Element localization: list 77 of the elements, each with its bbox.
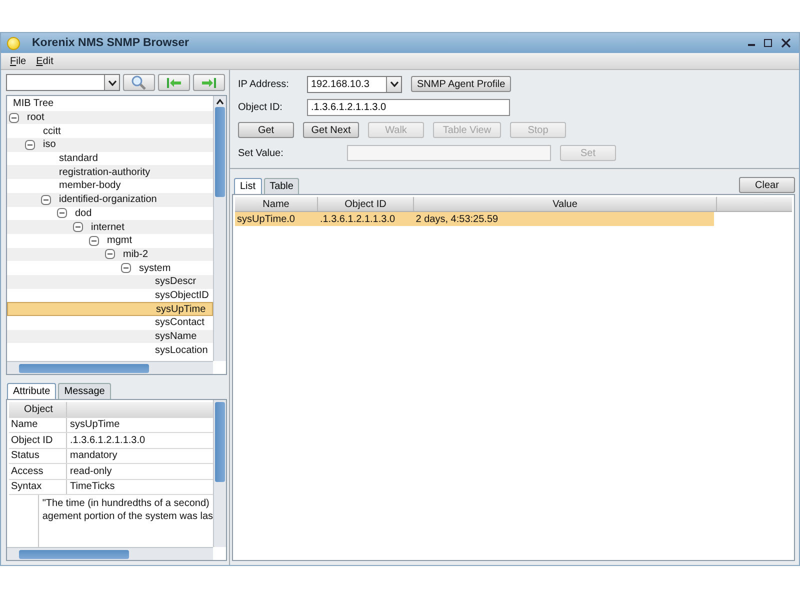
table-cell: Access (9, 464, 67, 478)
column-header: Name (235, 197, 318, 211)
tree-item[interactable]: sysName (7, 330, 213, 344)
table-cell: Status (9, 448, 67, 463)
tree-item[interactable]: sysUpTime (7, 302, 213, 316)
arrow-left-icon (166, 76, 182, 88)
collapse-icon[interactable] (89, 236, 99, 246)
arrow-right-icon (201, 76, 218, 88)
tab[interactable]: Message (58, 383, 111, 399)
table-cell: Name (9, 418, 67, 432)
tree-item[interactable]: registration-authority (7, 165, 213, 180)
tab[interactable]: Attribute (7, 383, 56, 399)
description-text: "The time (in hundredths of a second) (42, 497, 210, 510)
tree-item[interactable]: sysDescr (7, 274, 213, 289)
close-button[interactable] (779, 37, 793, 49)
clear-button[interactable]: Clear (739, 177, 795, 193)
dropdown-icon (104, 75, 120, 90)
column-header: Object (9, 402, 67, 416)
app-icon (7, 36, 20, 50)
collapse-button[interactable] (158, 74, 190, 91)
search-combo[interactable] (6, 74, 120, 91)
collapse-icon[interactable] (73, 222, 83, 232)
menu-item[interactable]: File (10, 56, 26, 66)
table-cell: Syntax (9, 480, 67, 494)
description-text: agement portion of the system was las (42, 510, 213, 523)
tab[interactable]: Table (264, 178, 300, 194)
column-header: Object ID (318, 197, 414, 211)
set-value-field[interactable] (347, 145, 551, 161)
agent-profile-button[interactable]: SNMP Agent Profile (411, 76, 512, 92)
field-label: Object ID: (238, 102, 284, 112)
table-cell-text: mandatory (69, 449, 118, 463)
table-cell-text: .1.3.6.1.2.1.1.3.0 (69, 434, 146, 448)
column-header: Value (414, 197, 717, 211)
window-title: Korenix NMS SNMP Browser (32, 37, 189, 49)
table-cell-text: 2 days, 4:53:25.59 (414, 212, 500, 226)
collapse-icon[interactable] (57, 208, 67, 218)
collapse-icon[interactable] (105, 249, 115, 260)
close-icon (781, 38, 791, 48)
collapse-icon[interactable] (41, 194, 51, 205)
tree-item[interactable]: dod (7, 206, 213, 220)
ip-address-combo[interactable]: 192.168.10.3 (307, 76, 402, 92)
tab[interactable]: List (234, 178, 262, 194)
table-cell-text: TimeTicks (69, 480, 116, 494)
tree-item[interactable]: standard (7, 152, 213, 166)
horizontal-scrollbar[interactable] (7, 361, 213, 374)
tree-item[interactable]: iso (7, 138, 213, 152)
collapse-icon[interactable] (121, 263, 131, 274)
tree-item[interactable]: identified-organization (7, 192, 213, 206)
field-label: IP Address: (238, 78, 290, 90)
menu-item[interactable]: Edit (36, 56, 54, 66)
table-cell-text: .1.3.6.1.2.1.1.3.0 (318, 212, 396, 226)
collapse-icon[interactable] (25, 140, 35, 150)
object-id-field[interactable]: .1.3.6.1.2.1.1.3.0 (307, 98, 510, 116)
table-cell-text: sysUpTime (69, 418, 121, 432)
dropdown-icon (386, 76, 401, 92)
table-cell: Object ID (9, 433, 67, 448)
tree-item[interactable]: internet (7, 220, 213, 234)
search-icon (131, 74, 148, 90)
action-button[interactable]: Get (238, 122, 294, 138)
vertical-scrollbar[interactable] (213, 96, 226, 361)
table-cell-text: sysUpTime.0 (236, 212, 296, 226)
result-row[interactable]: sysUpTime.0 .1.3.6.1.2.1.1.3.0 2 days, 4:53:25.59 (235, 212, 714, 226)
vertical-scrollbar[interactable] (213, 400, 226, 547)
collapse-icon[interactable] (9, 112, 19, 123)
search-button[interactable] (123, 74, 156, 91)
tree-item[interactable]: mib-2 (7, 248, 213, 262)
expand-button[interactable] (193, 74, 226, 91)
field-label: Set Value: (238, 148, 284, 158)
tree-item[interactable]: sysObjectID (7, 288, 213, 302)
maximize-button[interactable] (761, 37, 775, 49)
action-button[interactable]: Get Next (303, 122, 359, 138)
minimize-icon (748, 44, 755, 46)
scroll-up-icon[interactable] (216, 99, 224, 105)
table-cell-text: read-only (69, 464, 113, 478)
horizontal-scrollbar[interactable] (7, 547, 213, 560)
maximize-icon (763, 38, 773, 48)
tree-item[interactable]: root (7, 110, 213, 124)
